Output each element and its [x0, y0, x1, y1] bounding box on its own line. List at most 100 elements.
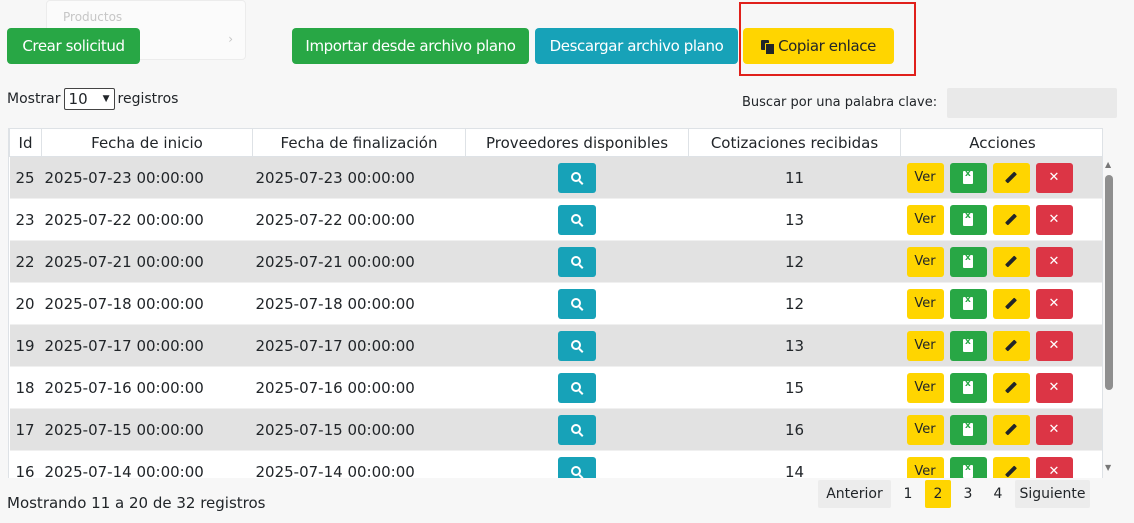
table-header-row: Id Fecha de inicio Fecha de finalización…: [9, 128, 1102, 157]
delete-button[interactable]: ✕: [1035, 204, 1073, 235]
cell-cotizaciones: 12: [688, 282, 901, 325]
delete-button[interactable]: ✕: [1035, 162, 1073, 193]
ver-proveedores-button[interactable]: [558, 246, 596, 277]
pagination-page-1[interactable]: 1: [895, 480, 921, 508]
col-proveedores-header[interactable]: Proveedores disponibles: [465, 128, 689, 157]
edit-button[interactable]: [992, 414, 1030, 445]
col-cotizaciones-header[interactable]: Cotizaciones recibidas: [688, 128, 901, 157]
ver-button[interactable]: Ver: [906, 372, 944, 403]
table-row: 18 2025-07-16 00:00:00 2025-07-16 00:00:00…: [9, 366, 1102, 409]
data-table-container: Id Fecha de inicio Fecha de finalización…: [8, 128, 1103, 478]
cell-fecha-inicio: 2025-07-23 00:00:00: [41, 156, 253, 199]
excel-button[interactable]: [949, 330, 987, 361]
scroll-down-icon[interactable]: ▼: [1105, 463, 1111, 472]
cell-proveedores: [465, 156, 689, 199]
pagination-page-4[interactable]: 4: [985, 480, 1011, 508]
edit-button[interactable]: [992, 246, 1030, 277]
delete-button[interactable]: ✕: [1035, 372, 1073, 403]
cell-proveedores: [465, 366, 689, 409]
importar-archivo-button[interactable]: Importar desde archivo plano: [292, 28, 529, 64]
excel-button[interactable]: [949, 372, 987, 403]
cell-fecha-fin: 2025-07-16 00:00:00: [252, 366, 466, 409]
search-icon: [571, 465, 581, 476]
excel-button[interactable]: [949, 246, 987, 277]
delete-button[interactable]: ✕: [1035, 246, 1073, 277]
excel-file-icon: [963, 379, 973, 394]
delete-button[interactable]: ✕: [1035, 288, 1073, 319]
mostrar-label: Mostrar: [7, 91, 61, 107]
scroll-up-icon[interactable]: ▲: [1105, 160, 1111, 169]
ver-proveedores-button[interactable]: [558, 456, 596, 478]
scrollbar-thumb[interactable]: [1105, 175, 1113, 390]
ver-proveedores-button[interactable]: [558, 162, 596, 193]
excel-button[interactable]: [949, 162, 987, 193]
ver-button[interactable]: Ver: [906, 246, 944, 277]
cell-fecha-inicio: 2025-07-21 00:00:00: [41, 240, 253, 283]
cell-cotizaciones: 15: [688, 366, 901, 409]
cell-fecha-fin: 2025-07-15 00:00:00: [252, 408, 466, 451]
edit-button[interactable]: [992, 204, 1030, 235]
close-icon: ✕: [1048, 296, 1060, 311]
cell-id: 22: [9, 240, 42, 283]
col-inicio-header[interactable]: Fecha de inicio: [41, 128, 253, 157]
pencil-icon: [1004, 339, 1018, 352]
excel-button[interactable]: [949, 456, 987, 478]
page-size-select[interactable]: 10 ▼: [63, 88, 115, 110]
ver-button[interactable]: Ver: [906, 456, 944, 478]
ver-proveedores-button[interactable]: [558, 414, 596, 445]
page-size-value: 10: [68, 90, 88, 108]
cell-fecha-inicio: 2025-07-17 00:00:00: [41, 324, 253, 367]
edit-button[interactable]: [992, 372, 1030, 403]
pencil-icon: [1004, 297, 1018, 310]
search-icon: [571, 171, 581, 182]
ver-proveedores-button[interactable]: [558, 204, 596, 235]
crear-solicitud-label: Crear solicitud: [22, 37, 125, 55]
table-row: 20 2025-07-18 00:00:00 2025-07-18 00:00:00…: [9, 282, 1102, 325]
crear-solicitud-button[interactable]: Crear solicitud: [7, 28, 140, 64]
pagination: Anterior 1 2 3 4 Siguiente: [818, 480, 1090, 508]
table-scrollbar[interactable]: ▲ ▼: [1104, 160, 1116, 472]
edit-button[interactable]: [992, 288, 1030, 319]
search-input[interactable]: [947, 88, 1117, 118]
excel-button[interactable]: [949, 204, 987, 235]
pagination-page-2[interactable]: 2: [925, 480, 951, 508]
pagination-page-3[interactable]: 3: [955, 480, 981, 508]
cell-id: 17: [9, 408, 42, 451]
pagination-anterior[interactable]: Anterior: [818, 480, 891, 508]
close-icon: ✕: [1048, 380, 1060, 395]
excel-file-icon: [963, 253, 973, 268]
cell-proveedores: [465, 282, 689, 325]
cell-id: 16: [9, 450, 42, 478]
page-size-control: Mostrar 10 ▼ registros: [7, 88, 178, 110]
ver-button[interactable]: Ver: [906, 204, 944, 235]
col-fin-header[interactable]: Fecha de finalización: [252, 128, 466, 157]
ver-proveedores-button[interactable]: [558, 330, 596, 361]
excel-button[interactable]: [949, 288, 987, 319]
excel-button[interactable]: [949, 414, 987, 445]
ver-proveedores-button[interactable]: [558, 288, 596, 319]
cell-fecha-fin: 2025-07-22 00:00:00: [252, 198, 466, 241]
pagination-siguiente[interactable]: Siguiente: [1015, 480, 1090, 508]
ver-button[interactable]: Ver: [906, 288, 944, 319]
cell-fecha-inicio: 2025-07-16 00:00:00: [41, 366, 253, 409]
col-id-header[interactable]: Id: [9, 128, 42, 157]
ver-button[interactable]: Ver: [906, 414, 944, 445]
edit-button[interactable]: [992, 456, 1030, 478]
delete-button[interactable]: ✕: [1035, 456, 1073, 478]
ver-button[interactable]: Ver: [906, 330, 944, 361]
cell-acciones: Ver ✕: [900, 282, 1102, 325]
edit-button[interactable]: [992, 162, 1030, 193]
data-table: Id Fecha de inicio Fecha de finalización…: [9, 128, 1102, 478]
descargar-archivo-button[interactable]: Descargar archivo plano: [535, 28, 738, 64]
cell-id: 23: [9, 198, 42, 241]
ver-button[interactable]: Ver: [906, 162, 944, 193]
pencil-icon: [1004, 381, 1018, 394]
ver-proveedores-button[interactable]: [558, 372, 596, 403]
excel-file-icon: [963, 463, 973, 478]
delete-button[interactable]: ✕: [1035, 414, 1073, 445]
edit-button[interactable]: [992, 330, 1030, 361]
cell-fecha-inicio: 2025-07-14 00:00:00: [41, 450, 253, 478]
delete-button[interactable]: ✕: [1035, 330, 1073, 361]
registros-label: registros: [117, 91, 179, 107]
cell-acciones: Ver ✕: [900, 156, 1102, 199]
